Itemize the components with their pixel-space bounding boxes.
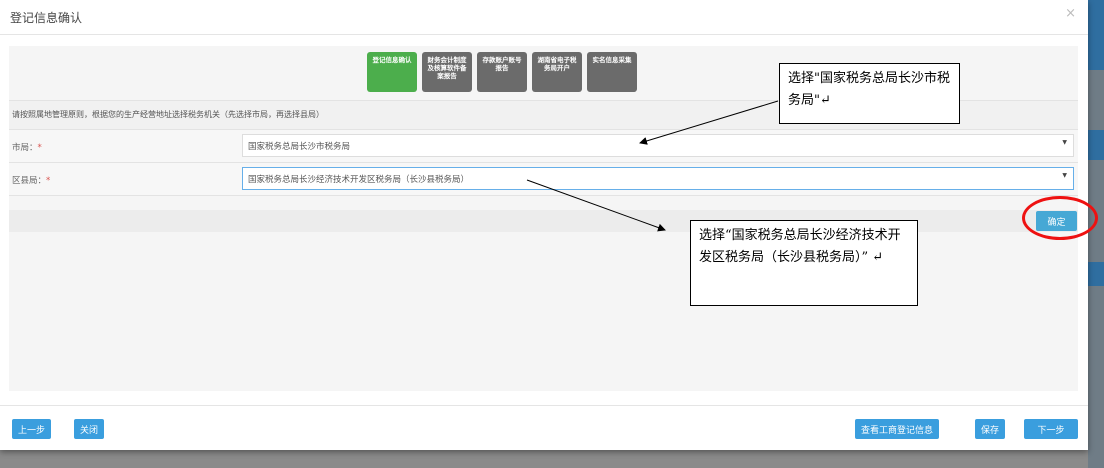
arrow-city: [639, 100, 779, 145]
arrow-county: [526, 179, 666, 232]
callout-city: 选择"国家税务总局长沙市税务局"↵: [779, 63, 960, 124]
callout-county: 选择“国家税务总局长沙经济技术开发区税务局（长沙县税务局）” ↵: [690, 220, 918, 306]
